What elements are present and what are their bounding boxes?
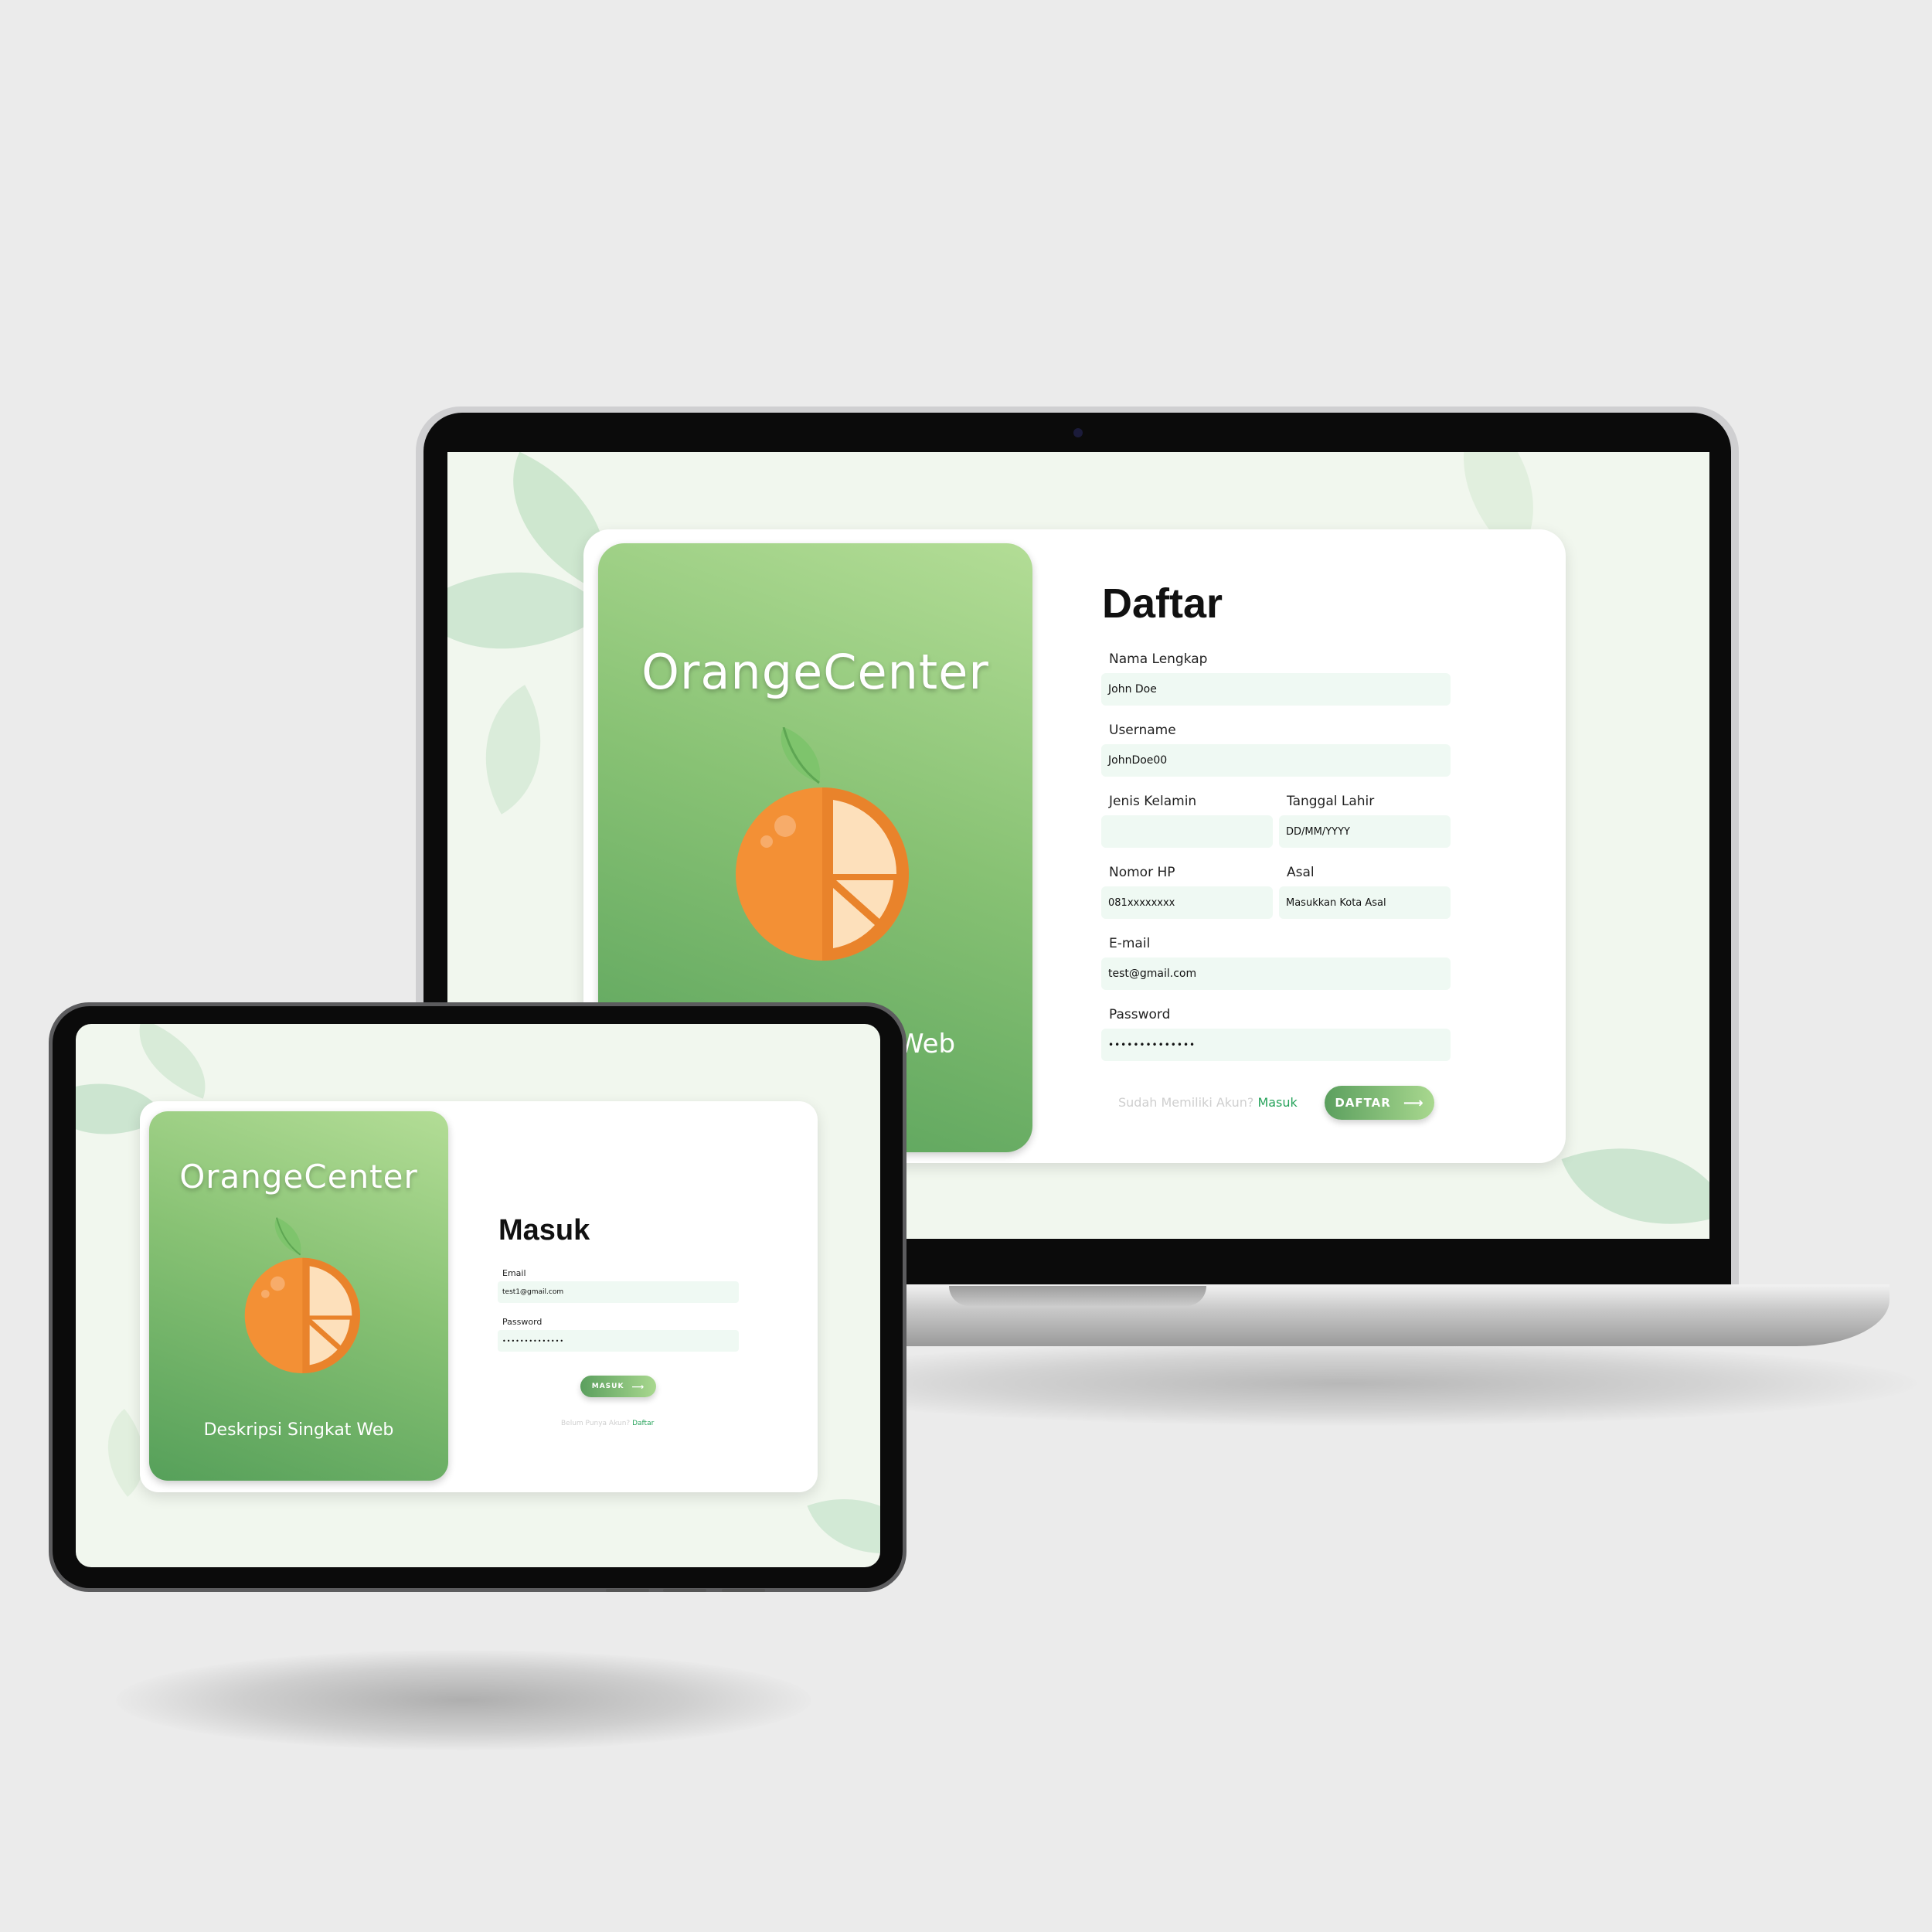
brand-title: OrangeCenter — [179, 1158, 418, 1196]
gender-select[interactable] — [1101, 815, 1273, 848]
login-button-label: MASUK — [591, 1383, 624, 1390]
orange-fruit-icon — [244, 1217, 360, 1373]
brand-title: OrangeCenter — [641, 644, 989, 700]
register-link[interactable]: Daftar — [632, 1420, 654, 1427]
register-footer-text: Sudah Memiliki Akun? — [1118, 1095, 1254, 1110]
password-value: •••••••••••••• — [502, 1337, 565, 1345]
leaf-decoration — [123, 1024, 222, 1099]
birth-date-value: DD/MM/YYYY — [1286, 825, 1350, 838]
login-title: Masuk — [498, 1214, 590, 1247]
arrow-right-icon: ⟶ — [631, 1381, 645, 1392]
brand-description: Web — [898, 1029, 956, 1060]
login-footer-text: Belum Punya Akun? — [561, 1420, 631, 1427]
tablet-screen: OrangeCenter Deskripsi Singkat Web Masuk… — [76, 1024, 880, 1567]
origin-value: Masukkan Kota Asal — [1286, 896, 1386, 909]
leaf-decoration — [807, 1474, 880, 1567]
label-birth-date: Tanggal Lahir — [1287, 794, 1375, 809]
tablet-button — [606, 1589, 649, 1592]
brand-panel: OrangeCenter Deskripsi Singkat Web — [149, 1111, 448, 1481]
email-value: test@gmail.com — [1108, 968, 1197, 980]
label-password: Password — [502, 1317, 543, 1327]
label-phone: Nomor HP — [1109, 865, 1175, 880]
label-email: E-mail — [1109, 936, 1151, 951]
password-value: •••••••••••••• — [1108, 1039, 1196, 1050]
register-button-label: DAFTAR — [1335, 1096, 1391, 1110]
label-username: Username — [1109, 723, 1176, 738]
full-name-input[interactable]: John Doe — [1101, 673, 1451, 706]
phone-input[interactable]: 081xxxxxxxx — [1101, 886, 1273, 919]
tablet-shadow — [116, 1650, 811, 1750]
email-value: test1@gmail.com — [502, 1288, 564, 1296]
leaf-decoration — [451, 685, 576, 815]
login-link[interactable]: Masuk — [1257, 1095, 1297, 1110]
orange-fruit-icon — [736, 727, 909, 961]
password-input[interactable]: •••••••••••••• — [498, 1330, 739, 1352]
username-input[interactable]: JohnDoe00 — [1101, 744, 1451, 777]
email-input[interactable]: test@gmail.com — [1101, 957, 1451, 990]
register-title: Daftar — [1102, 580, 1223, 627]
brand-description: Deskripsi Singkat Web — [203, 1420, 394, 1440]
arrow-right-icon: ⟶ — [1403, 1094, 1424, 1111]
laptop-shadow — [773, 1341, 1917, 1426]
login-button[interactable]: MASUK ⟶ — [580, 1376, 656, 1397]
laptop-notch — [949, 1286, 1206, 1306]
password-input[interactable]: •••••••••••••• — [1101, 1029, 1451, 1061]
full-name-value: John Doe — [1108, 683, 1157, 696]
register-footer: Sudah Memiliki Akun? Masuk — [1118, 1095, 1298, 1110]
login-footer: Belum Punya Akun? Daftar — [561, 1420, 654, 1427]
register-button[interactable]: DAFTAR ⟶ — [1325, 1086, 1434, 1120]
username-value: JohnDoe00 — [1108, 754, 1168, 767]
phone-value: 081xxxxxxxx — [1108, 896, 1175, 909]
origin-input[interactable]: Masukkan Kota Asal — [1279, 886, 1451, 919]
label-origin: Asal — [1287, 865, 1315, 880]
birth-date-input[interactable]: DD/MM/YYYY — [1279, 815, 1451, 848]
leaf-decoration — [1561, 1111, 1709, 1239]
label-full-name: Nama Lengkap — [1109, 651, 1208, 667]
label-email: Email — [502, 1268, 526, 1278]
tablet-button — [722, 1589, 765, 1592]
label-gender: Jenis Kelamin — [1109, 794, 1197, 809]
email-input[interactable]: test1@gmail.com — [498, 1281, 739, 1303]
tablet-button — [663, 1589, 706, 1592]
label-password: Password — [1109, 1007, 1171, 1022]
camera-icon — [1073, 428, 1083, 437]
